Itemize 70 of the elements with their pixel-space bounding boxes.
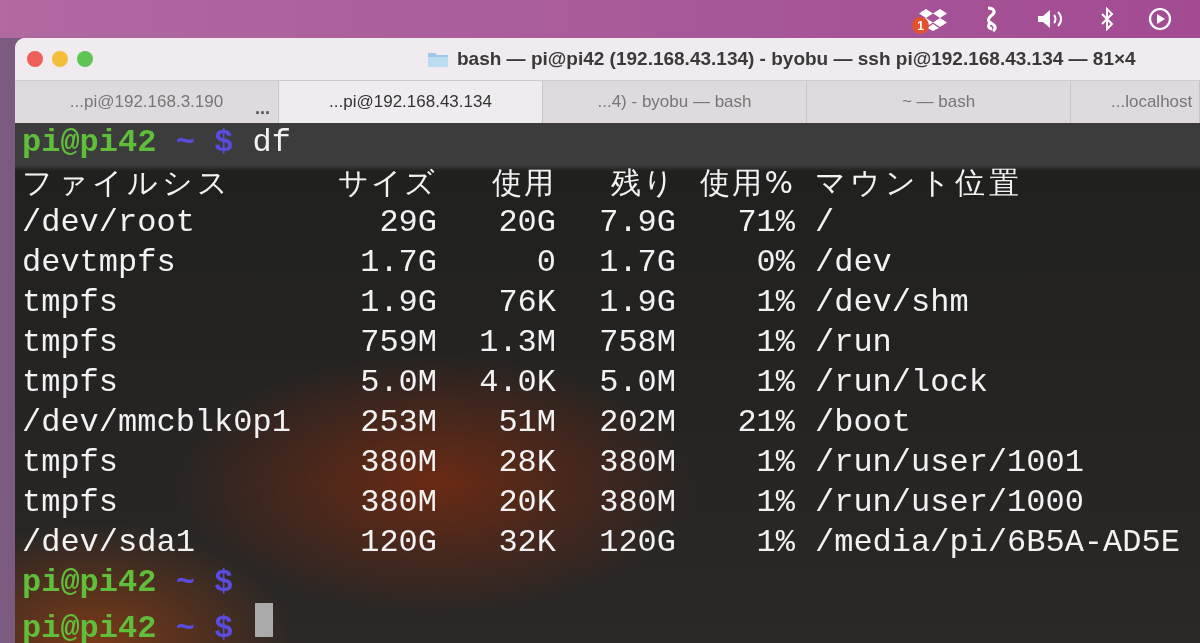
column-header: ファイルシス [22, 164, 233, 202]
table-cell-text: /dev/shm [814, 283, 970, 323]
close-button[interactable] [27, 51, 43, 67]
table-cell-text: / [814, 203, 836, 243]
table-cell-text: /run [814, 323, 893, 363]
table-cell-text: /run/lock [814, 363, 989, 403]
table-cell-text: tmpfs [22, 483, 119, 523]
column-header: サイズ [337, 164, 437, 202]
table-cell-text: tmpfs [22, 283, 119, 323]
bluetooth-icon[interactable] [1100, 7, 1114, 31]
table-cell-text: 1.9G [359, 283, 437, 323]
table-cell-text: /run/user/1001 [814, 443, 1085, 483]
table-cell-text: devtmpfs [22, 243, 177, 283]
table-cell-text: 1% [755, 523, 795, 563]
table-cell-text: tmpfs [22, 323, 119, 363]
table-cell-text: 5.0M [598, 363, 676, 403]
window-title: bash — pi@pi42 (192.168.43.134) - byobu — ssh pi@192.168.43.134 — 81×4 [457, 48, 1136, 70]
table-cell-text: 758M [598, 323, 676, 363]
play-circle-icon[interactable] [1148, 7, 1172, 31]
notification-badge: 1 [912, 17, 929, 34]
table-cell-text: 0% [755, 243, 795, 283]
table-cell-text: 380M [359, 443, 437, 483]
table-cell-text: 7.9G [598, 203, 676, 243]
table-cell-text: 380M [359, 483, 437, 523]
table-cell-text: 1.7G [598, 243, 676, 283]
table-cell-text: /dev/mmcblk0p1 [22, 403, 292, 443]
table-cell-text: /media/pi/6B5A-AD5E [814, 523, 1181, 563]
table-cell-text: /dev/sda1 [22, 523, 196, 563]
table-cell-text: tmpfs [22, 363, 119, 403]
table-cell-text: 1% [755, 363, 795, 403]
table-cell-text: 1% [755, 323, 795, 363]
table-cell-text: 0 [535, 243, 556, 283]
table-cell-text: 1% [755, 443, 795, 483]
table-cell-text: 5.0M [359, 363, 437, 403]
table-cell-text: 71% [736, 203, 795, 243]
overflow-button[interactable]: ... [255, 98, 270, 119]
table-cell-text: 51M [497, 403, 556, 443]
table-cell-text: 32K [497, 523, 556, 563]
table-cell-text: 120G [598, 523, 676, 563]
table-cell-text: /dev [814, 243, 893, 283]
table-cell-text: tmpfs [22, 443, 119, 483]
prompt-line: pi@pi42 ~ $ [22, 563, 235, 603]
prompt-line: pi@pi42 ~ $ df [22, 123, 292, 163]
table-cell-text: 21% [736, 403, 795, 443]
table-cell-text: 1.7G [359, 243, 437, 283]
column-header: 使用% [699, 164, 795, 202]
table-cell-text: 76K [497, 283, 556, 323]
table-cell-text: 28K [497, 443, 556, 483]
table-cell-text: /run/user/1000 [814, 483, 1085, 523]
table-cell-text: 20K [497, 483, 556, 523]
column-header: 残り [610, 164, 676, 202]
table-cell-text: 759M [359, 323, 437, 363]
table-cell-text: 1.9G [598, 283, 676, 323]
table-cell-text: 20G [497, 203, 556, 243]
table-cell-text: 4.0K [478, 363, 556, 403]
column-header: 使用 [491, 164, 556, 202]
table-cell-text: 380M [598, 443, 676, 483]
tab[interactable]: ...pi@192.168.43.134 [279, 81, 543, 123]
table-cell-text: 1% [755, 283, 795, 323]
table-cell-text: 120G [359, 523, 437, 563]
table-cell-text: /boot [814, 403, 912, 443]
table-cell-text: 380M [598, 483, 676, 523]
table-cell-text: 202M [598, 403, 676, 443]
column-header: マウント位置 [814, 164, 1024, 202]
table-cell-text: 29G [378, 203, 437, 243]
table-cell-text: 253M [359, 403, 437, 443]
table-cell-text: /dev/root [22, 203, 196, 243]
prompt-line: pi@pi42 ~ $ [22, 603, 1200, 643]
table-cell-text: 1% [755, 483, 795, 523]
table-cell-text: 1.3M [478, 323, 556, 363]
